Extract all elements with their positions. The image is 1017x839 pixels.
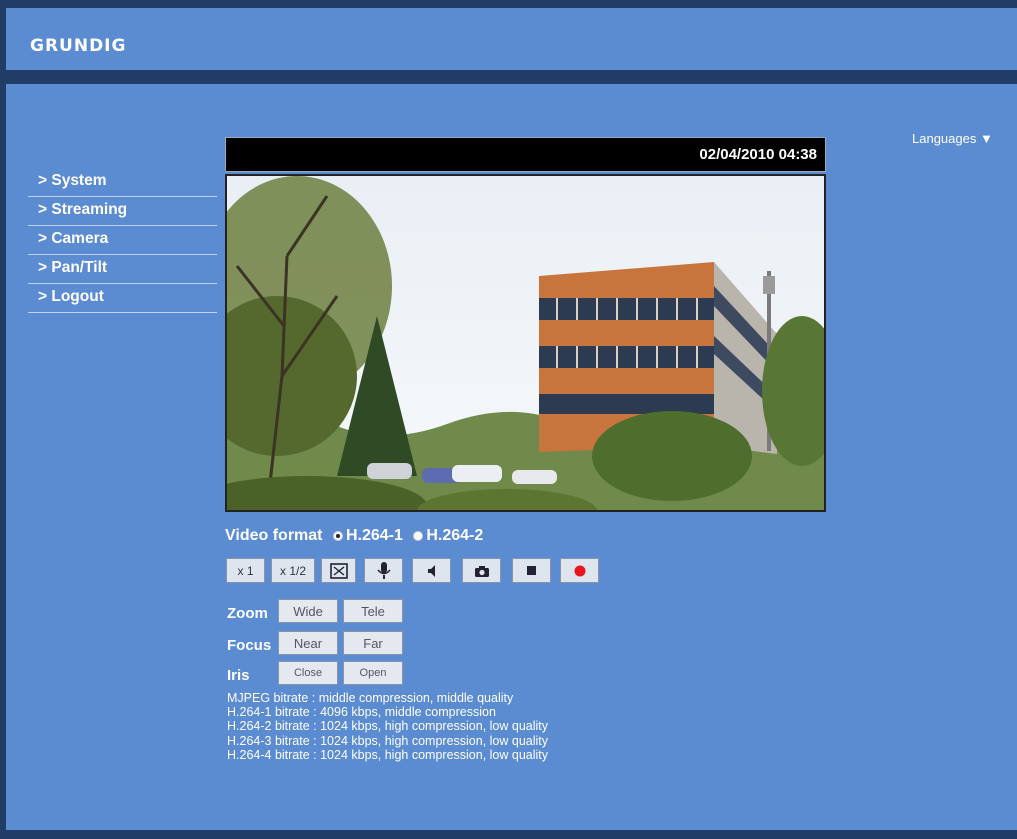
format-option-label: H.264-2 [426,527,484,544]
iris-open-button[interactable]: Open [343,661,403,685]
format-option-h264-1[interactable]: H.264-1 [332,527,403,545]
fullscreen-button[interactable] [321,558,356,583]
record-icon [574,565,585,576]
video-format-selector: Video format H.264-1 H.264-2 [225,527,483,545]
fullscreen-icon [329,562,348,579]
zoom-x-half-button[interactable]: x 1/2 [271,558,315,583]
microphone-button[interactable] [364,558,403,583]
radio-selected-icon [332,531,343,541]
bitrate-line: H.264-4 bitrate : 1024 kbps, high compre… [227,747,549,762]
microphone-icon [376,561,391,579]
bitrate-line: H.264-1 bitrate : 4096 kbps, middle comp… [227,705,496,720]
languages-dropdown[interactable]: Languages ▼ [912,131,993,146]
timestamp: 02/04/2010 04:38 [699,146,817,163]
video-format-label: Video format [225,527,323,544]
menu-item-logout[interactable]: > Logout [28,284,217,313]
menu-item-pan-tilt[interactable]: > Pan/Tilt [28,255,217,284]
zoom-label: Zoom [227,605,268,622]
brand-logo: GRUNDIG [30,36,127,56]
zoom-wide-button[interactable]: Wide [278,599,338,623]
sidebar-menu: > System > Streaming > Camera > Pan/Tilt… [28,168,217,313]
focus-near-button[interactable]: Near [278,631,338,655]
timestamp-bar: 02/04/2010 04:38 [225,137,826,172]
zoom-tele-button[interactable]: Tele [343,599,403,623]
bitrate-line: H.264-3 bitrate : 1024 kbps, high compre… [227,733,549,748]
stop-icon [527,566,536,575]
live-video-view[interactable] [225,174,826,512]
focus-far-button[interactable]: Far [343,631,403,655]
bitrate-line: MJPEG bitrate : middle compression, midd… [227,691,514,705]
record-button[interactable] [560,558,599,583]
radio-unselected-icon [413,531,424,541]
menu-item-streaming[interactable]: > Streaming [28,197,217,226]
iris-close-button[interactable]: Close [278,661,338,685]
menu-item-system[interactable]: > System [28,168,217,197]
speaker-button[interactable] [412,558,451,583]
bitrate-line: H.264-2 bitrate : 1024 kbps, high compre… [227,719,549,734]
stop-button[interactable] [512,558,551,583]
menu-item-camera[interactable]: > Camera [28,226,217,255]
snapshot-button[interactable] [462,558,501,583]
bitrate-info: MJPEG bitrate : middle compression, midd… [227,691,548,762]
format-option-h264-2[interactable]: H.264-2 [413,527,483,545]
zoom-x1-button[interactable]: x 1 [226,558,265,583]
header-divider [6,70,1017,84]
format-option-label: H.264-1 [345,527,403,544]
camera-scene-image [227,176,824,510]
header-bar [6,8,1017,70]
snapshot-icon [474,565,489,577]
speaker-icon [427,564,435,577]
iris-label: Iris [227,667,250,684]
focus-label: Focus [227,637,272,654]
